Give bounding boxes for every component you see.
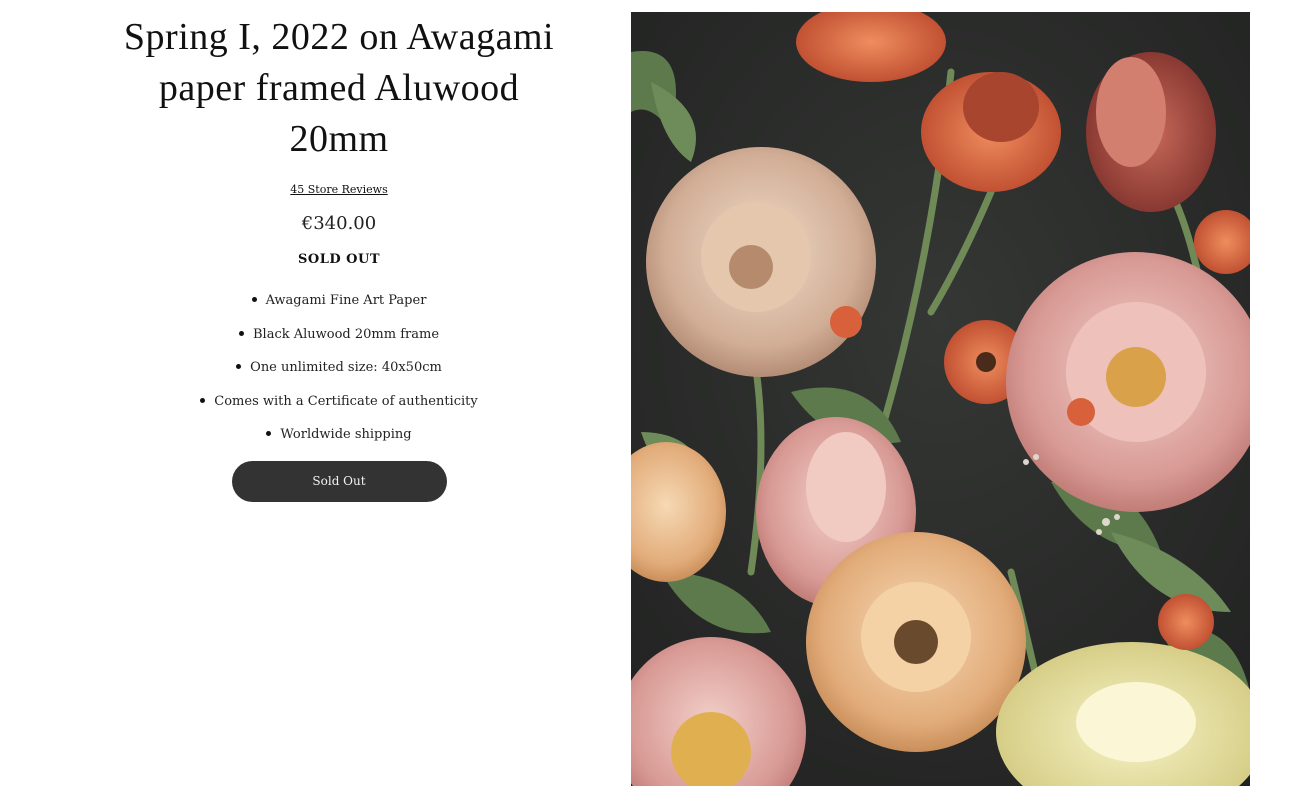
feature-text: Comes with a Certificate of authenticity: [214, 393, 478, 409]
feature-text: Awagami Fine Art Paper: [265, 293, 427, 308]
store-reviews-link[interactable]: 45 Store Reviews: [290, 183, 387, 196]
feature-item: One unlimited size: 40x50cm: [110, 360, 568, 376]
feature-item: Worldwide shipping: [110, 427, 568, 443]
feature-text: Black Aluwood 20mm frame: [252, 326, 440, 342]
stock-status: SOLD OUT: [298, 252, 380, 267]
product-title: Spring I, 2022 on Awagami paper framed A…: [123, 16, 555, 160]
feature-list: Awagami Fine Art Paper Black Aluwood 20m…: [110, 293, 568, 443]
bullet-icon: [251, 297, 257, 302]
bullet-icon: [266, 431, 272, 437]
bullet-icon: [200, 397, 206, 403]
sold-out-button[interactable]: Sold Out: [231, 460, 447, 502]
feature-text: Worldwide shipping: [280, 427, 412, 443]
feature-item: Awagami Fine Art Paper: [110, 293, 568, 309]
product-page: Spring I, 2022 on Awagami paper framed A…: [0, 0, 1295, 796]
floral-artwork: [631, 12, 1250, 786]
bullet-icon: [238, 330, 244, 336]
bullet-icon: [236, 364, 242, 370]
product-image[interactable]: [631, 12, 1250, 786]
product-price: €340.00: [301, 213, 377, 234]
feature-item: Black Aluwood 20mm frame: [110, 327, 568, 343]
feature-item: Comes with a Certificate of authenticity: [110, 394, 568, 410]
feature-text: One unlimited size: 40x50cm: [250, 360, 442, 376]
product-info: Spring I, 2022 on Awagami paper framed A…: [110, 12, 568, 502]
